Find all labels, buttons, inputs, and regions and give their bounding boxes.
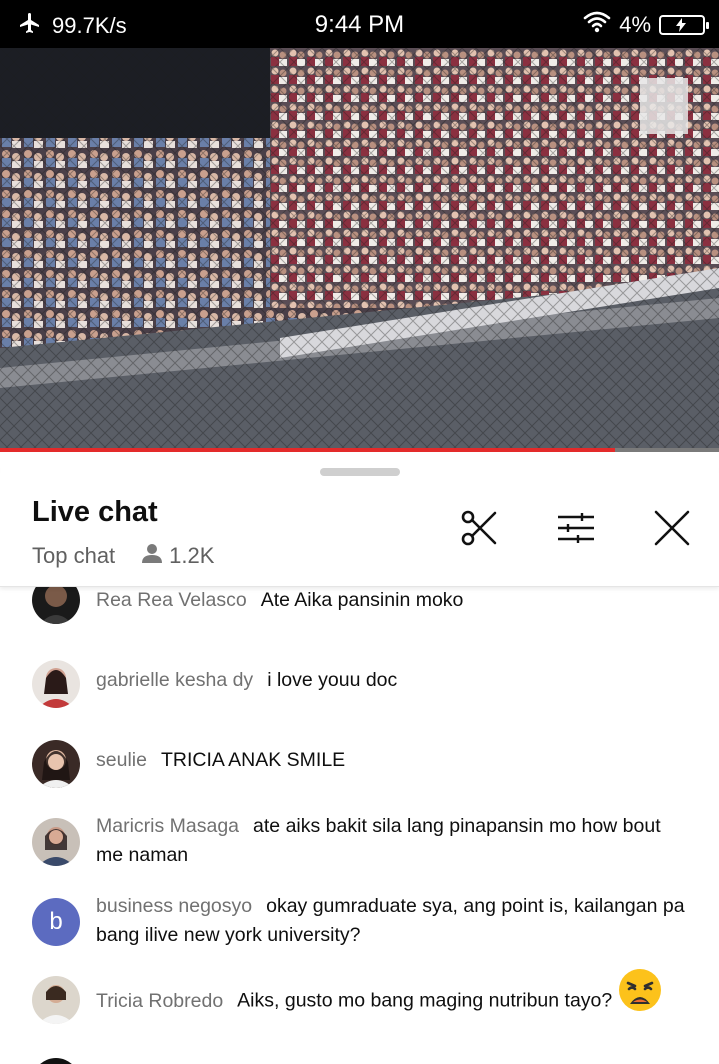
drag-handle[interactable]: [320, 468, 400, 476]
message-author: Rea Rea Velasco: [96, 589, 247, 611]
scissors-icon: [459, 508, 499, 553]
message-author: Tricia Robredo: [96, 989, 224, 1012]
message-text: Ate Aika pansinin moko: [260, 589, 464, 611]
message-text: Aiks, gusto mo bang maging nutribun tayo…: [237, 989, 613, 1012]
weary-face-emoji-icon: [618, 969, 662, 1021]
message-text: i love youu doc: [267, 669, 398, 691]
avatar[interactable]: [32, 976, 80, 1024]
close-chat-button[interactable]: [650, 508, 694, 552]
chat-mode-selector[interactable]: Top chat 1.2K: [32, 542, 214, 570]
status-bar: 99.7K/s 9:44 PM 4%: [0, 0, 719, 48]
close-icon: [652, 508, 692, 553]
avatar[interactable]: [32, 740, 80, 788]
message-author: business negosyo: [96, 895, 253, 917]
video-player[interactable]: [0, 48, 719, 450]
chat-header: Live chat Top chat 1.2K: [0, 452, 719, 587]
clip-button[interactable]: [457, 508, 501, 552]
avatar[interactable]: [32, 818, 80, 866]
viewer-count-label: 1.2K: [169, 543, 215, 568]
live-chat-panel: Live chat Top chat 1.2K Rea Rea Velasco …: [0, 452, 719, 1064]
message-text: TRICIA ANAK SMILE: [160, 749, 346, 771]
chat-mode-label: Top chat: [32, 543, 116, 568]
wifi-icon: [583, 11, 611, 39]
avatar[interactable]: [32, 660, 80, 708]
message-author: seulie: [96, 749, 147, 771]
battery-percent: 4%: [619, 12, 651, 37]
person-icon: [141, 542, 163, 570]
avatar[interactable]: [32, 1058, 80, 1064]
avatar-letter: b: [49, 908, 63, 935]
battery-icon: [659, 15, 709, 35]
sliders-icon: [556, 508, 596, 553]
viewer-count: 1.2K: [141, 542, 214, 570]
avatar[interactable]: b: [32, 898, 80, 946]
message-author: gabrielle kesha dy: [96, 669, 254, 691]
chat-settings-button[interactable]: [554, 508, 598, 552]
chat-title: Live chat: [32, 496, 158, 528]
message-author: Maricris Masaga: [96, 815, 240, 837]
stadium-crowd-image: [0, 48, 719, 450]
